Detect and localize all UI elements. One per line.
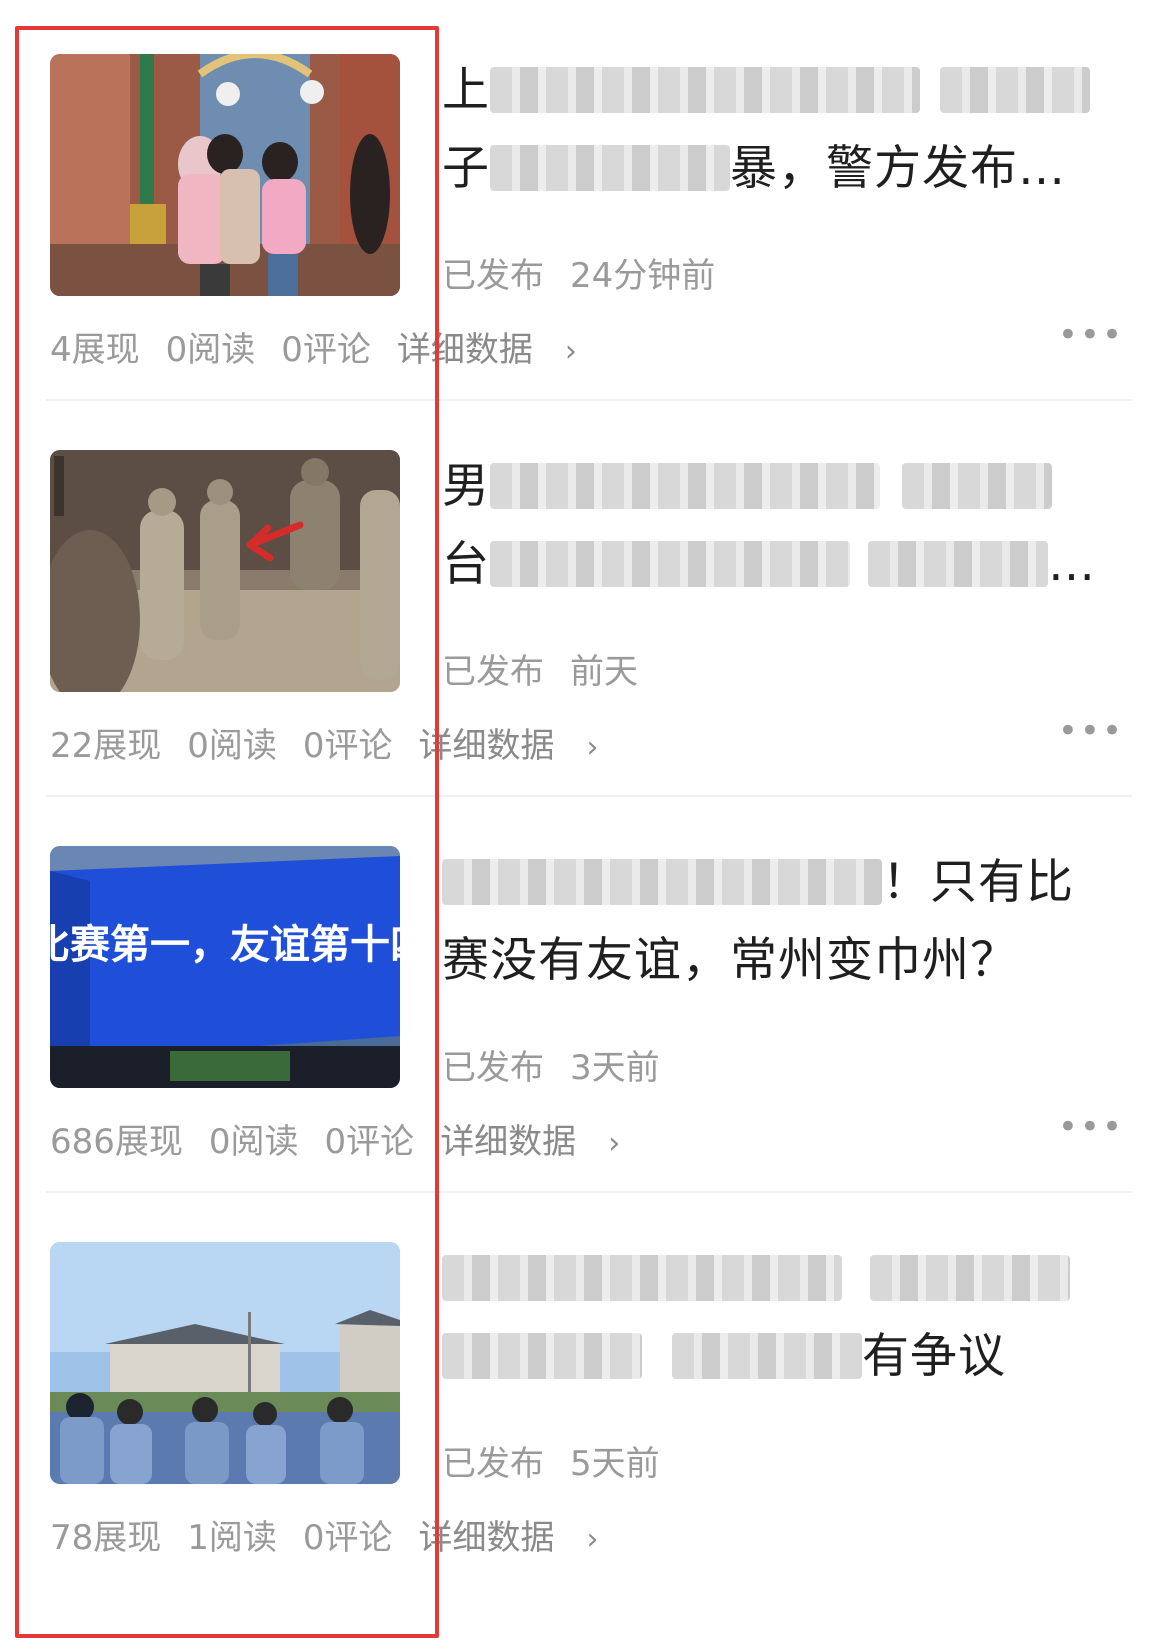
detail-data-label: 详细数据 [396, 330, 533, 370]
publish-status: 已发布 [442, 256, 544, 296]
theme-park-hug-photo [50, 54, 400, 296]
title-text: 暴，警方发布… [730, 141, 1066, 196]
detail-data-label: 详细数据 [418, 1518, 555, 1558]
article-title[interactable]: ！只有比 赛没有友谊，常州变巾州？ [442, 844, 1122, 1000]
led-screen-text: 比赛第一，友谊第十四 [50, 922, 400, 968]
more-options-icon[interactable]: ••• [1058, 714, 1124, 748]
article-thumbnail[interactable]: 比赛第一，友谊第十四 [50, 846, 400, 1088]
comments-count: 0评论 [302, 726, 393, 766]
blurred-text [868, 540, 1048, 587]
blurred-text [672, 1332, 862, 1379]
comments-count: 0评论 [302, 1518, 393, 1558]
article-item[interactable]: 上 子 暴，警方发布… 已发布 24分钟前 4展现 0阅读 0评论 详细数据 › ••• [0, 0, 1176, 418]
article-item[interactable]: 有争议 已发布 5天前 78展现 1阅读 0评论 详细数据 › [0, 1188, 1176, 1606]
detail-data-label: 详细数据 [418, 726, 555, 766]
publish-status: 已发布 [442, 1444, 544, 1484]
more-options-icon[interactable]: ••• [1058, 318, 1124, 352]
blurred-text [940, 66, 1090, 113]
publish-time: 24分钟前 [570, 256, 716, 296]
blurred-text [902, 462, 1052, 509]
title-text: ！只有比 [882, 855, 1074, 910]
article-meta: 已发布 前天 [442, 644, 638, 693]
detail-data-label: 详细数据 [440, 1122, 577, 1162]
publish-time: 5天前 [570, 1444, 660, 1484]
article-thumbnail[interactable] [50, 54, 400, 296]
impressions-count: 22展现 [50, 726, 162, 766]
title-text: 男 [442, 459, 490, 514]
title-text: … [1048, 537, 1096, 592]
blurred-text [490, 462, 880, 509]
detail-data-link[interactable]: 详细数据 › [419, 1518, 625, 1558]
chevron-right-icon: › [586, 1522, 599, 1557]
more-options-icon[interactable]: ••• [1058, 1110, 1124, 1144]
article-thumbnail[interactable] [50, 450, 400, 692]
blurred-text [490, 144, 730, 191]
article-stats: 78展现 1阅读 0评论 详细数据 › [50, 1510, 651, 1559]
publish-time: 3天前 [570, 1048, 660, 1088]
reads-count: 0阅读 [208, 1122, 299, 1162]
blurred-text [442, 1254, 842, 1301]
impressions-count: 686展现 [50, 1122, 183, 1162]
publish-time: 前天 [570, 652, 638, 692]
comments-count: 0评论 [324, 1122, 415, 1162]
title-text: 有争议 [862, 1329, 1006, 1384]
article-stats: 22展现 0阅读 0评论 详细数据 › [50, 718, 651, 767]
reads-count: 0阅读 [165, 330, 256, 370]
chevron-right-icon: › [586, 730, 599, 765]
publish-status: 已发布 [442, 1048, 544, 1088]
led-building-photo: 比赛第一，友谊第十四 [50, 846, 400, 1088]
article-stats: 4展现 0阅读 0评论 详细数据 › [50, 322, 629, 371]
blurred-text [870, 1254, 1070, 1301]
title-text: 台 [442, 537, 490, 592]
title-text: 子 [442, 141, 490, 196]
article-item[interactable]: 男 台 … 已发布 前天 22展现 0阅读 0评论 详细数据 › ••• [0, 396, 1176, 814]
detail-data-link[interactable]: 详细数据 › [397, 330, 603, 370]
blurred-text [490, 540, 850, 587]
impressions-count: 78展现 [50, 1518, 162, 1558]
detail-data-link[interactable]: 详细数据 › [419, 726, 625, 766]
article-meta: 已发布 5天前 [442, 1436, 660, 1485]
comments-count: 0评论 [281, 330, 371, 370]
blurred-text [490, 66, 920, 113]
terracotta-warriors-photo [50, 450, 400, 692]
article-title[interactable]: 男 台 … [442, 448, 1122, 604]
article-meta: 已发布 24分钟前 [442, 248, 715, 297]
publish-status: 已发布 [442, 652, 544, 692]
article-stats: 686展现 0阅读 0评论 详细数据 › [50, 1114, 672, 1163]
article-title[interactable]: 上 子 暴，警方发布… [442, 52, 1122, 208]
article-thumbnail[interactable] [50, 1242, 400, 1484]
reads-count: 1阅读 [187, 1518, 277, 1558]
blurred-text [442, 1332, 642, 1379]
title-text: 赛没有友谊，常州变巾州？ [442, 933, 1018, 988]
article-meta: 已发布 3天前 [442, 1040, 660, 1089]
article-title[interactable]: 有争议 [442, 1240, 1122, 1396]
article-item[interactable]: 比赛第一，友谊第十四 ！只有比 赛没有友谊，常州变巾州？ 已发布 3天前 686展… [0, 792, 1176, 1210]
detail-data-link[interactable]: 详细数据 › [440, 1122, 646, 1162]
blurred-text [442, 858, 882, 905]
chevron-right-icon: › [564, 334, 577, 369]
police-assembly-photo [50, 1242, 400, 1484]
reads-count: 0阅读 [187, 726, 277, 766]
impressions-count: 4展现 [50, 330, 140, 370]
title-text: 上 [442, 63, 490, 118]
chevron-right-icon: › [608, 1126, 621, 1161]
